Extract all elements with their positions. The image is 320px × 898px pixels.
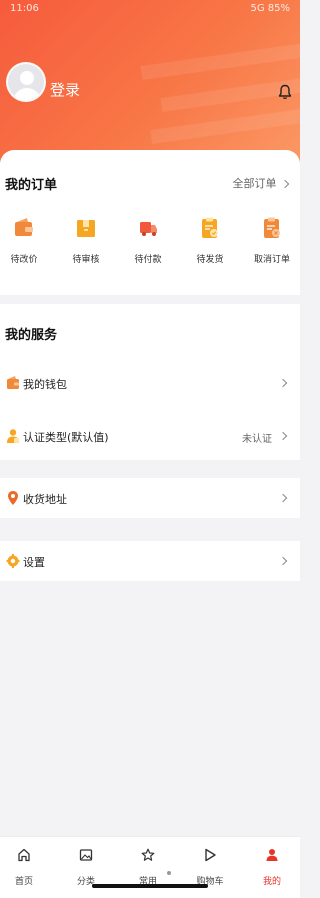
- chevron-right-icon: [280, 179, 290, 189]
- clipboard-check-icon: [202, 217, 218, 238]
- location-pin-icon: [8, 491, 18, 505]
- chevron-right-icon: [278, 378, 288, 388]
- image-icon: [79, 849, 93, 861]
- order-status-pending-shipment[interactable]: 待发货: [180, 216, 240, 265]
- wallet-icon: [15, 218, 33, 236]
- order-status-label: 待改价: [10, 255, 38, 265]
- home-icon: [18, 848, 30, 862]
- order-status-pending-review[interactable]: 待审核: [56, 216, 116, 265]
- orders-title: 我的订单: [5, 178, 58, 193]
- order-status-label: 待审核: [72, 255, 100, 265]
- star-icon: [141, 848, 155, 861]
- play-icon: [205, 848, 216, 862]
- box-icon: [77, 220, 95, 237]
- verification-label: 认证类型(默认值): [23, 431, 109, 444]
- user-badge-icon: [7, 429, 19, 443]
- settings-row[interactable]: 设置: [0, 541, 300, 581]
- all-orders-link[interactable]: 全部订单: [232, 175, 290, 191]
- tab-label: 我的: [262, 877, 281, 887]
- page-indicator-dot: [167, 871, 171, 875]
- order-status-label: 待发货: [196, 255, 224, 265]
- truck-icon: [140, 222, 157, 236]
- tab-frequent[interactable]: 常用: [118, 847, 178, 887]
- services-title: 我的服务: [5, 328, 58, 343]
- chevron-right-icon: [278, 493, 288, 503]
- order-status-label: 待付款: [134, 255, 162, 265]
- tab-cart[interactable]: 购物车: [180, 847, 240, 887]
- all-orders-label: 全部订单: [232, 177, 277, 190]
- tab-bar: 首页 分类 常用 购物车 我的: [0, 836, 300, 898]
- status-time: 11:06: [10, 3, 39, 14]
- tab-category[interactable]: 分类: [56, 847, 116, 887]
- login-link[interactable]: 登录: [50, 79, 80, 100]
- status-icons: 5G 85%: [250, 3, 290, 14]
- status-bar: 11:06 5G 85%: [0, 0, 300, 18]
- tab-mine[interactable]: 我的: [242, 847, 302, 887]
- person-icon: [266, 849, 278, 861]
- header-decoration: [140, 29, 300, 81]
- wallet-icon: [7, 376, 19, 389]
- orders-card: 我的订单 全部订单 待改价 待审核 待付款 待发货 取消订单: [0, 150, 300, 295]
- tab-label: 首页: [14, 877, 33, 887]
- address-label: 收货地址: [23, 493, 67, 506]
- verification-row[interactable]: 认证类型(默认值) 未认证: [0, 416, 300, 456]
- clipboard-cancel-icon: [264, 217, 280, 238]
- gear-icon: [6, 554, 20, 568]
- chevron-right-icon: [278, 556, 288, 566]
- avatar[interactable]: [6, 62, 46, 102]
- address-row[interactable]: 收货地址: [0, 478, 300, 518]
- order-status-pending-payment[interactable]: 待付款: [118, 216, 178, 265]
- avatar-head: [20, 71, 34, 85]
- order-status-pending-price[interactable]: 待改价: [0, 216, 54, 265]
- wallet-row[interactable]: 我的钱包: [0, 363, 300, 403]
- tab-home[interactable]: 首页: [0, 847, 54, 887]
- wallet-label: 我的钱包: [23, 378, 67, 391]
- settings-label: 设置: [23, 556, 45, 569]
- avatar-body: [13, 88, 41, 100]
- chevron-right-icon: [278, 431, 288, 441]
- order-status-cancelled[interactable]: 取消订单: [242, 216, 302, 265]
- bell-icon[interactable]: [278, 84, 292, 100]
- order-status-label: 取消订单: [253, 255, 290, 265]
- home-indicator: [92, 884, 208, 888]
- verification-status: 未认证: [242, 434, 272, 445]
